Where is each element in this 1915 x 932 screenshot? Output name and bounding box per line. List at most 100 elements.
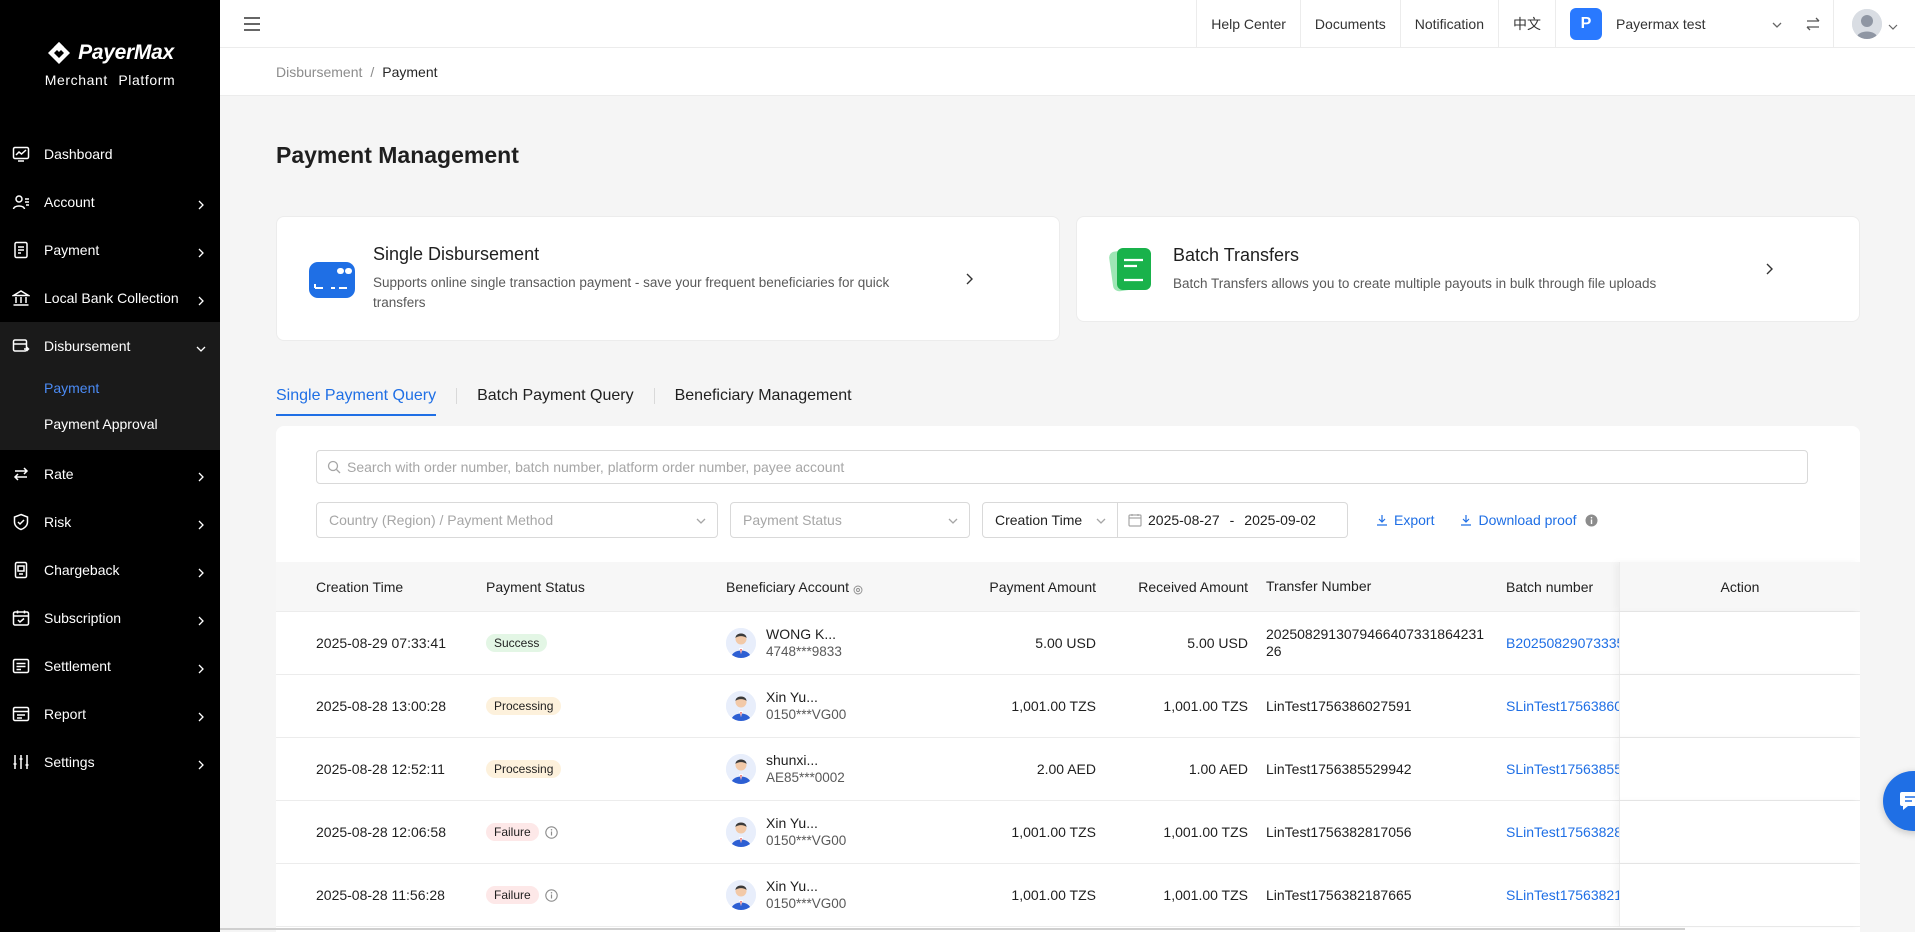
brand-name: PayerMax <box>78 41 174 64</box>
merchant-selector[interactable]: P Payermax test <box>1555 0 1793 48</box>
language-toggle[interactable]: 中文 <box>1498 0 1555 48</box>
sidebar-item-local-bank-collection[interactable]: Local Bank Collection <box>0 274 220 322</box>
col-transfer-number: Transfer Number <box>1266 578 1372 594</box>
avatar <box>726 691 756 721</box>
chevron-right-icon <box>196 293 206 306</box>
avatar <box>726 817 756 847</box>
disbursement-submenu: Payment Payment Approval <box>0 370 220 450</box>
sidebar-item-subscription[interactable]: Subscription <box>0 594 220 642</box>
sidebar-item-settlement[interactable]: Settlement <box>0 642 220 690</box>
sidebar-item-label: Settings <box>44 754 95 770</box>
col-batch-number: Batch number <box>1506 578 1594 595</box>
export-button[interactable]: Export <box>1376 512 1434 528</box>
top-header: Help Center Documents Notification 中文 P … <box>220 0 1915 48</box>
breadcrumb-parent[interactable]: Disbursement <box>276 64 362 80</box>
search-input[interactable] <box>347 459 1807 475</box>
documents-link[interactable]: Documents <box>1299 0 1400 48</box>
user-menu[interactable] <box>1833 0 1915 48</box>
avatar <box>726 754 756 784</box>
sidebar-item-rate[interactable]: Rate <box>0 450 220 498</box>
sidebar-item-risk[interactable]: Risk <box>0 498 220 546</box>
calendar-icon <box>1128 513 1142 527</box>
beneficiary-account: 0150***VG00 <box>766 833 847 848</box>
select-placeholder: Country (Region) / Payment Method <box>329 512 554 528</box>
sidebar-item-disbursement[interactable]: Disbursement <box>0 322 220 370</box>
sidebar-item-dashboard[interactable]: Dashboard <box>0 130 220 178</box>
cell-batch-number-link[interactable]: SLinTest17563828 <box>1506 824 1620 840</box>
cell-payment-status: Failure <box>486 823 558 841</box>
download-icon <box>1461 515 1472 526</box>
card-title: Batch Transfers <box>1173 244 1300 265</box>
chargeback-icon <box>12 561 30 579</box>
tab-batch-payment-query[interactable]: Batch Payment Query <box>477 378 634 414</box>
merchant-badge: P <box>1570 7 1602 40</box>
cell-batch-number-link[interactable]: SLinTest17563860 <box>1506 698 1620 714</box>
cell-transfer-number: LinTest1756382817056 <box>1266 823 1412 840</box>
batch-transfers-card[interactable]: Batch Transfers Batch Transfers allows y… <box>1076 216 1860 322</box>
country-payment-method-select[interactable]: Country (Region) / Payment Method <box>316 502 718 538</box>
sidebar-item-settings[interactable]: Settings <box>0 738 220 786</box>
menu-toggle-icon[interactable] <box>242 14 262 34</box>
notification-link[interactable]: Notification <box>1399 0 1498 48</box>
table-row[interactable]: 2025-08-28 11:56:28 Failure Xin Yu... 015… <box>276 864 1860 927</box>
eye-icon[interactable] <box>853 582 863 594</box>
info-icon[interactable] <box>1585 514 1598 527</box>
time-type-select[interactable]: Creation Time <box>982 502 1118 538</box>
info-icon[interactable] <box>544 888 558 902</box>
date-range-picker[interactable]: 2025-08-27 - 2025-09-02 <box>1118 502 1348 538</box>
col-beneficiary-account: Beneficiary Account <box>726 579 863 595</box>
table-row[interactable]: 2025-08-29 07:33:41 Success WONG K... 474… <box>276 612 1860 675</box>
sidebar-item-chargeback[interactable]: Chargeback <box>0 546 220 594</box>
tab-divider <box>653 388 655 404</box>
sidebar-item-payment[interactable]: Payment <box>0 226 220 274</box>
table-row[interactable]: 2025-08-28 12:52:11 Processing shunxi...… <box>276 738 1860 801</box>
cell-payment-status: Success <box>486 634 548 652</box>
chat-icon <box>1899 789 1915 814</box>
status-badge: Processing <box>486 760 562 778</box>
beneficiary-account: 0150***VG00 <box>766 896 847 911</box>
export-label: Export <box>1394 512 1435 528</box>
cell-beneficiary: Xin Yu... 0150***VG00 <box>726 689 846 723</box>
single-disbursement-card[interactable]: Single Disbursement Supports online sing… <box>276 216 1060 341</box>
download-proof-button[interactable]: Download proof <box>1460 512 1577 528</box>
brand-logo[interactable]: PayerMax Merchant Platform <box>0 0 220 130</box>
help-center-link[interactable]: Help Center <box>1196 0 1300 48</box>
tab-beneficiary-management[interactable]: Beneficiary Management <box>675 378 852 414</box>
avatar <box>726 880 756 910</box>
payermax-logo-icon <box>46 40 72 66</box>
cell-batch-number-link[interactable]: SLinTest17563855 <box>1506 761 1620 777</box>
sidebar-subitem-payment-approval[interactable]: Payment Approval <box>0 406 220 442</box>
sidebar-item-account[interactable]: Account <box>0 178 220 226</box>
chevron-down-icon <box>947 514 959 526</box>
switch-icon[interactable] <box>1793 0 1833 48</box>
sidebar-item-report[interactable]: Report <box>0 690 220 738</box>
cell-creation-time: 2025-08-28 11:56:28 <box>316 887 445 903</box>
status-badge: Success <box>486 634 548 652</box>
horizontal-scrollbar[interactable] <box>220 928 1685 930</box>
sidebar-nav: Dashboard Account Payment Local Bank Col… <box>0 130 220 786</box>
cell-payment-status: Failure <box>486 886 558 904</box>
cell-batch-number-link[interactable]: B20250829073335 <box>1506 635 1620 651</box>
card-title: Single Disbursement <box>373 244 540 264</box>
sliders-icon <box>12 753 30 771</box>
cell-received-amount: 1,001.00 TZS <box>1163 887 1248 903</box>
payment-status-select[interactable]: Payment Status <box>730 502 970 538</box>
col-payment-amount: Payment Amount <box>989 578 1096 595</box>
chevron-down-icon <box>196 341 206 352</box>
cell-payment-amount: 5.00 USD <box>1035 635 1096 651</box>
cell-batch-number-link[interactable]: SLinTest17563821 <box>1506 887 1620 903</box>
sidebar-item-label: Subscription <box>44 610 122 626</box>
chevron-right-icon <box>196 565 206 578</box>
chevron-down-icon <box>695 514 707 526</box>
sidebar-item-label: Dashboard <box>44 146 113 162</box>
table-row[interactable]: 2025-08-28 12:06:58 Failure Xin Yu... 015… <box>276 801 1860 864</box>
date-start: 2025-08-27 <box>1148 512 1220 528</box>
table-row[interactable]: 2025-08-28 13:00:28 Processing Xin Yu...… <box>276 675 1860 738</box>
cell-creation-time: 2025-08-28 12:52:11 <box>316 761 445 777</box>
beneficiary-account: AE85***0002 <box>766 770 845 785</box>
sidebar-subitem-payment[interactable]: Payment <box>0 370 220 406</box>
tab-single-payment-query[interactable]: Single Payment Query <box>276 378 437 416</box>
support-chat-button[interactable] <box>1883 771 1915 831</box>
chevron-right-icon <box>196 197 206 210</box>
info-icon[interactable] <box>544 825 558 839</box>
